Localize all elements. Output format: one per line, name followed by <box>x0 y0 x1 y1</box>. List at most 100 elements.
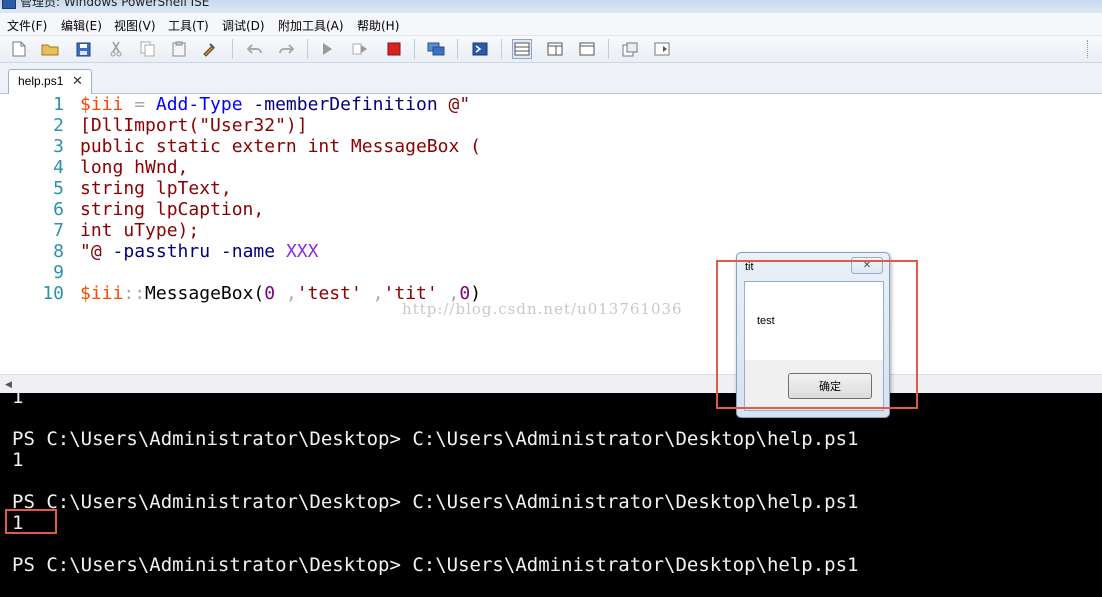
paste-icon[interactable] <box>169 39 189 59</box>
code-text: [DllImport("User32")] <box>80 115 308 136</box>
code-token: -memberDefinition <box>253 94 438 115</box>
menu-help[interactable]: 帮助(H) <box>357 17 399 34</box>
code-token: $iii <box>80 94 124 115</box>
cut-icon[interactable] <box>106 39 126 59</box>
toolbar <box>0 36 1102 63</box>
show-commands-icon[interactable] <box>620 39 640 59</box>
line-number: 4 <box>53 157 64 178</box>
scroll-left-arrow-icon[interactable]: ◀ <box>5 379 12 390</box>
script-editor[interactable]: http://blog.csdn.net/u013761036 1 $iii = … <box>0 94 1102 374</box>
code-token: Add-Type <box>155 94 243 115</box>
console-line: PS C:\Users\Administrator\Desktop> C:\Us… <box>12 491 859 513</box>
layout-right-icon[interactable] <box>545 39 565 59</box>
code-token: 'tit' <box>383 283 438 304</box>
code-token: public static extern int MessageBox ( <box>80 136 481 157</box>
code-token: int uType); <box>80 220 200 241</box>
code-token: :: <box>123 283 146 304</box>
start-powershell-icon[interactable] <box>470 39 490 59</box>
toolbar-separator <box>232 39 233 59</box>
tab-help-ps1[interactable]: help.ps1 ✕ <box>8 69 92 94</box>
code-text: $iii = Add-Type -memberDefinition @" <box>80 94 470 115</box>
script-tab-strip: help.ps1 ✕ <box>0 63 1102 94</box>
toolbar-separator <box>307 39 308 59</box>
line-number: 5 <box>53 178 64 199</box>
menu-add-ons[interactable]: 附加工具(A) <box>278 17 344 34</box>
line-number: 2 <box>53 115 64 136</box>
undo-icon[interactable] <box>245 39 265 59</box>
console-line: 1 <box>12 449 24 471</box>
new-file-icon[interactable] <box>9 39 29 59</box>
code-token: $iii <box>80 283 124 304</box>
code-token: -name <box>220 241 276 262</box>
toolbar-overflow-handle[interactable] <box>1087 40 1094 58</box>
new-remote-tab-icon[interactable] <box>426 39 446 59</box>
clear-icon[interactable] <box>199 39 219 59</box>
console-line: PS C:\Users\Administrator\Desktop> C:\Us… <box>12 428 859 450</box>
code-text: string lpCaption, <box>80 199 264 220</box>
console-line: PS C:\Users\Administrator\Desktop> C:\Us… <box>12 554 859 576</box>
code-text: public static extern int MessageBox ( <box>80 136 481 157</box>
code-token: string lpCaption, <box>80 199 265 220</box>
code-token: , <box>361 283 384 304</box>
stop-icon[interactable] <box>384 39 404 59</box>
code-token: , <box>437 283 460 304</box>
line-number: 6 <box>53 199 64 220</box>
line-number: 8 <box>53 241 64 262</box>
menu-view[interactable]: 视图(V) <box>114 17 156 34</box>
dialog-highlight-box <box>716 260 918 409</box>
window-title: 管理员: Windows PowerShell ISE <box>20 0 210 9</box>
menu-edit[interactable]: 编辑(E) <box>61 17 102 34</box>
toolbar-separator <box>501 39 502 59</box>
code-token: "@ <box>80 241 102 262</box>
copy-icon[interactable] <box>137 39 157 59</box>
run-icon[interactable] <box>317 39 337 59</box>
code-token: @" <box>437 94 471 115</box>
save-icon[interactable] <box>73 39 93 59</box>
redo-icon[interactable] <box>276 39 296 59</box>
line-number: 7 <box>53 220 64 241</box>
console-line: 1 <box>12 512 24 534</box>
code-text: "@ -passthru -name XXX <box>80 241 318 262</box>
code-token: long hWnd, <box>80 157 189 178</box>
code-token: string lpText, <box>80 178 232 199</box>
tab-label: help.ps1 <box>18 74 64 88</box>
code-token: -passthru <box>112 241 211 262</box>
code-text: long hWnd, <box>80 157 188 178</box>
code-token: 0 <box>264 283 276 304</box>
editor-horizontal-scrollbar[interactable]: ◀ <box>0 374 1102 393</box>
code-text: int uType); <box>80 220 199 241</box>
menu-tools[interactable]: 工具(T) <box>168 17 209 34</box>
code-text: string lpText, <box>80 178 232 199</box>
close-icon[interactable]: ✕ <box>72 73 83 89</box>
code-token: [DllImport("User32")] <box>80 115 308 136</box>
open-folder-icon[interactable] <box>40 39 60 59</box>
code-token: MessageBox( <box>145 283 265 304</box>
toolbar-separator <box>457 39 458 59</box>
menu-bar: 文件(F) 编辑(E) 视图(V) 工具(T) 调试(D) 附加工具(A) 帮助… <box>0 13 1102 36</box>
code-token: , <box>275 283 297 304</box>
line-number: 10 <box>42 283 64 304</box>
show-addons-icon[interactable] <box>652 39 672 59</box>
line-number: 9 <box>53 262 64 283</box>
menu-file[interactable]: 文件(F) <box>7 17 47 34</box>
layout-max-icon[interactable] <box>577 39 597 59</box>
layout-top-icon[interactable] <box>512 39 532 59</box>
code-token: = <box>123 94 156 115</box>
code-token: XXX <box>285 241 319 262</box>
console-line: 1 <box>12 393 24 408</box>
powershell-ise-icon <box>2 0 16 9</box>
line-number: 3 <box>53 136 64 157</box>
console-pane[interactable]: 1 PS C:\Users\Administrator\Desktop> C:\U… <box>0 393 1102 597</box>
title-bar: 管理员: Windows PowerShell ISE <box>0 0 1102 13</box>
run-selection-icon[interactable] <box>350 39 370 59</box>
code-token: 0 <box>459 283 471 304</box>
toolbar-separator <box>608 39 609 59</box>
code-text: $iii::MessageBox(0 ,'test' ,'tit' ,0) <box>80 283 481 304</box>
toolbar-separator <box>414 39 415 59</box>
line-number: 1 <box>53 94 64 115</box>
menu-debug[interactable]: 调试(D) <box>222 17 265 34</box>
